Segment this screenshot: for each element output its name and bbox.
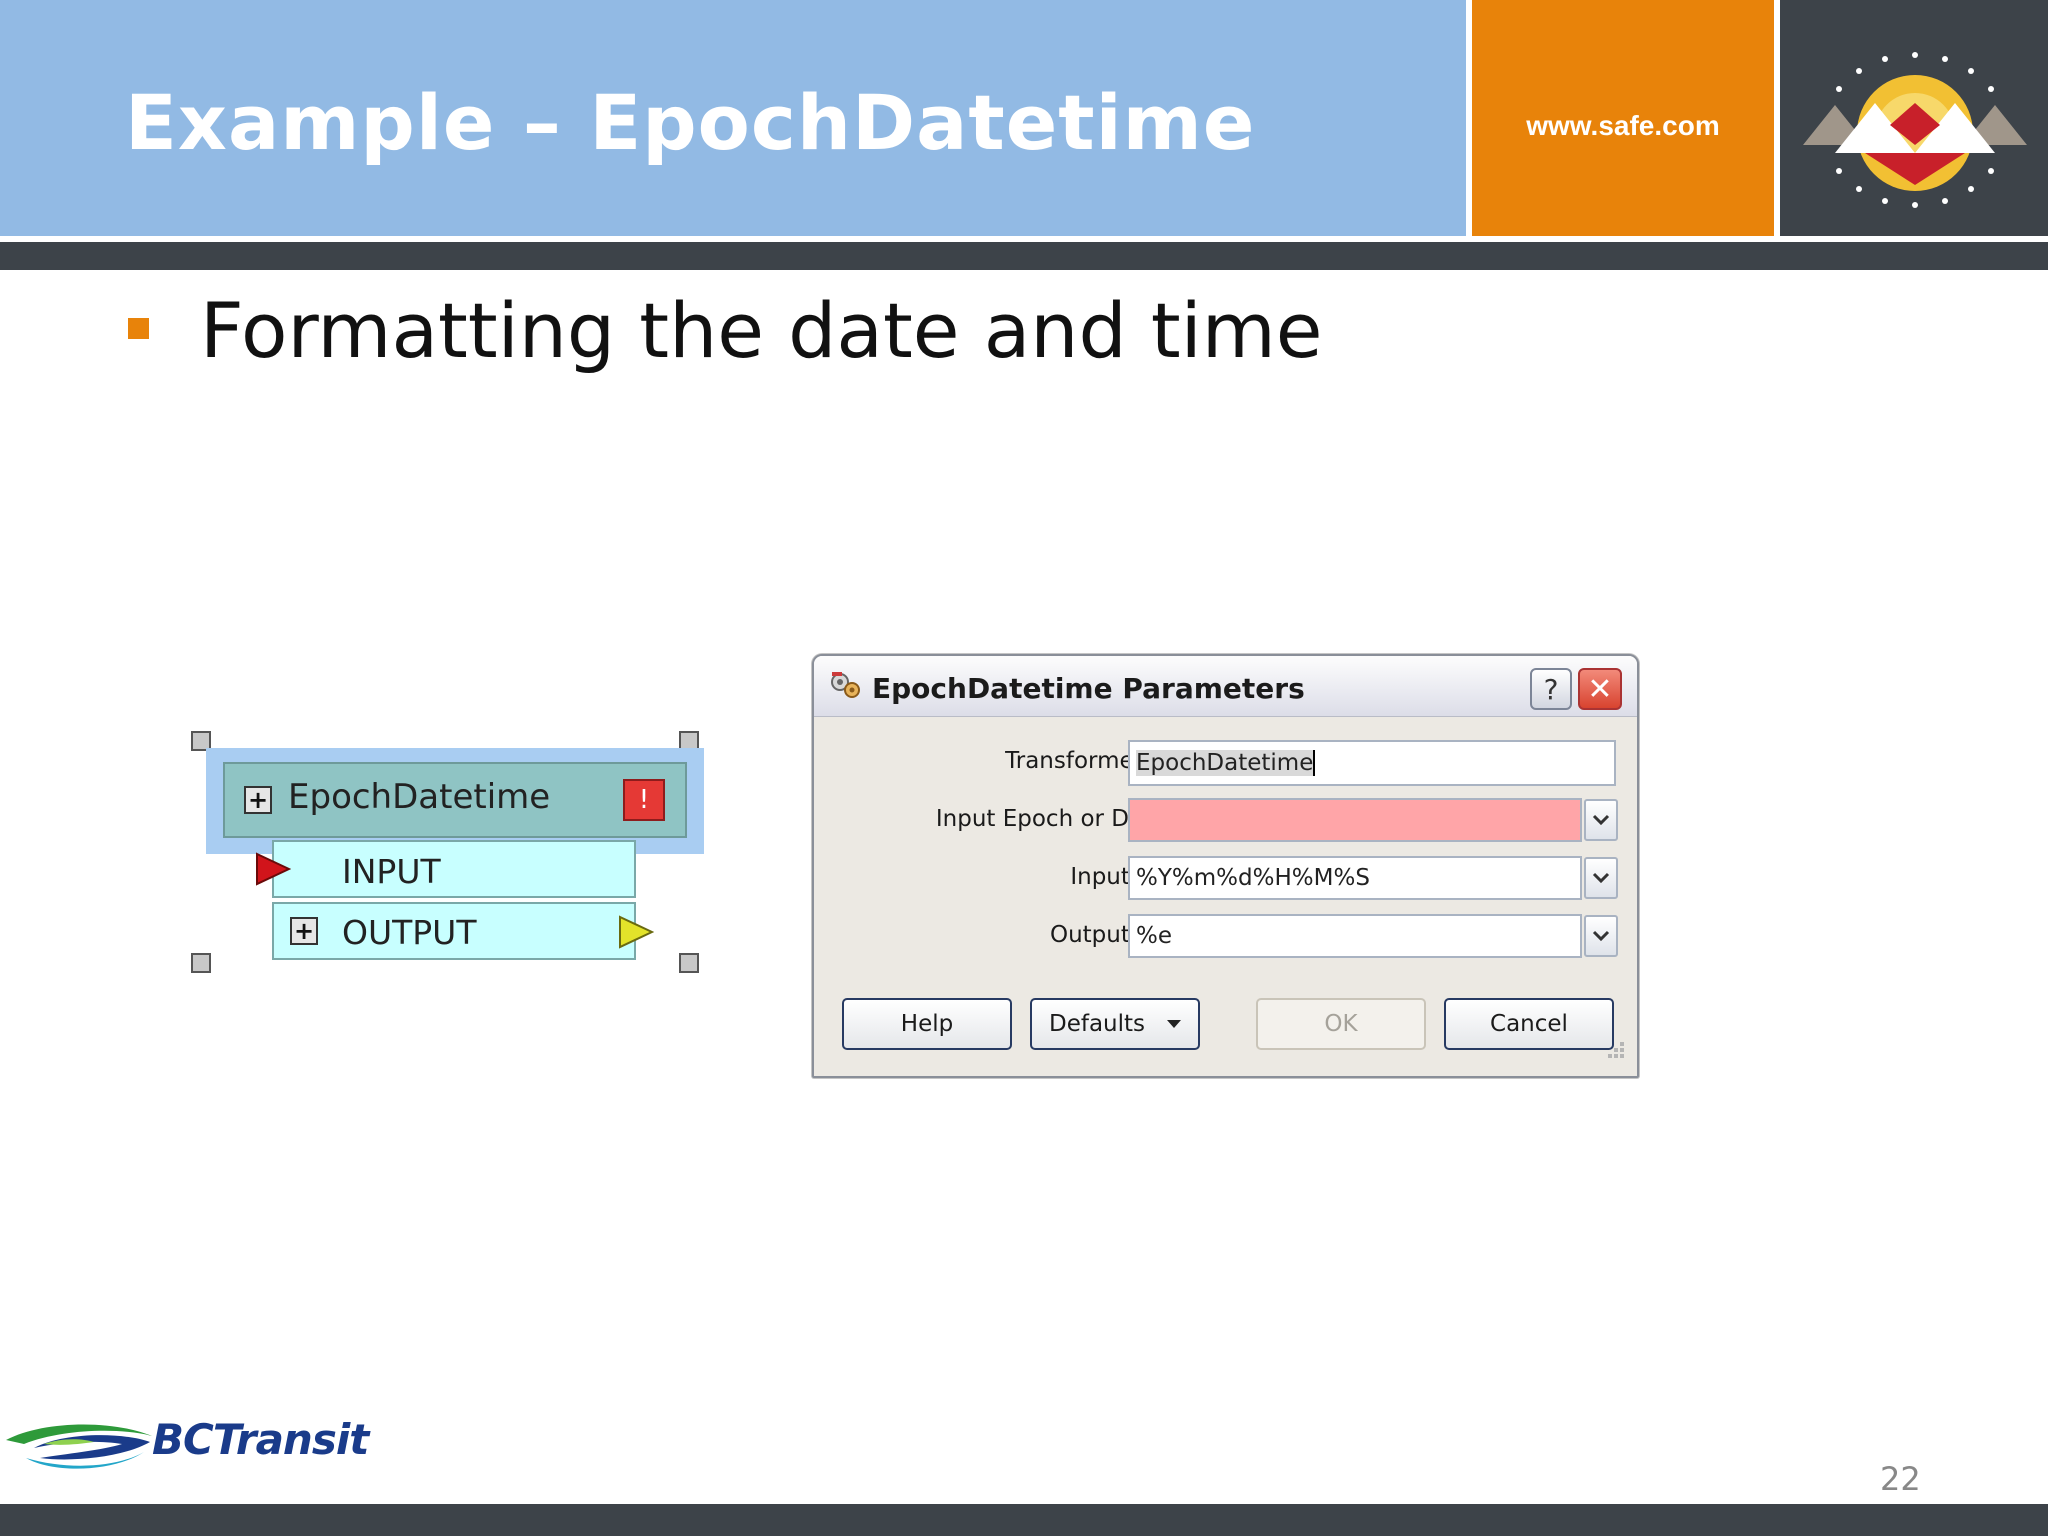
transformer-name-value: EpochDatetime	[1136, 750, 1314, 776]
bullet-text: Formatting the date and time	[200, 286, 1323, 375]
dialog-title: EpochDatetime Parameters	[872, 672, 1305, 705]
footer-band	[0, 1504, 2048, 1536]
fme-logo-icon	[1803, 52, 2027, 208]
header-band	[0, 242, 2048, 270]
output-format-field[interactable]: %e	[1128, 914, 1582, 958]
input-port-label: INPUT	[342, 852, 441, 891]
bctransit-swoosh-logo-icon	[6, 1424, 152, 1469]
transformer-name-field[interactable]: EpochDatetime	[1128, 740, 1616, 786]
bctransit-brand-text: BCTransit	[152, 1415, 369, 1464]
input-format-dropdown[interactable]	[1584, 857, 1618, 899]
help-button[interactable]: Help	[842, 998, 1012, 1050]
defaults-button-label: Defaults	[1048, 1011, 1146, 1037]
output-port-expand-icon[interactable]: +	[290, 917, 318, 945]
output-port-arrow-icon[interactable]	[618, 915, 654, 949]
defaults-button[interactable]: Defaults	[1030, 998, 1200, 1050]
header-url: www.safe.com	[1526, 110, 1720, 141]
cancel-button-label: Cancel	[1490, 1011, 1568, 1037]
output-format-dropdown[interactable]	[1584, 915, 1618, 957]
bullet-square-icon	[128, 318, 149, 339]
resize-grip-icon[interactable]	[1598, 1036, 1626, 1064]
chevron-down-icon	[1592, 872, 1610, 884]
transformer-gears-icon	[831, 672, 860, 698]
dialog-help-button[interactable]: ?	[1530, 668, 1572, 710]
node-expand-icon[interactable]: +	[244, 786, 272, 814]
dialog-close-button[interactable]: ✕	[1578, 668, 1622, 710]
text-cursor	[1313, 750, 1316, 776]
input-format-field[interactable]: %Y%m%d%H%M%S	[1128, 856, 1582, 900]
ok-button[interactable]: OK	[1256, 998, 1426, 1050]
input-port-arrow-icon[interactable]	[255, 852, 291, 886]
chevron-down-icon	[1592, 930, 1610, 942]
chevron-down-icon	[1592, 814, 1610, 826]
node-warning-icon[interactable]: !	[623, 779, 665, 821]
ok-button-label: OK	[1324, 1011, 1358, 1037]
output-port-label: OUTPUT	[342, 913, 477, 952]
selection-handle-bottom-right[interactable]	[679, 953, 699, 973]
parameters-dialog: EpochDatetime Parameters ? ✕ Transformer…	[812, 654, 1639, 1078]
selection-handle-bottom-left[interactable]	[191, 953, 211, 973]
input-port[interactable]	[272, 840, 636, 898]
slide-title: Example – EpochDatetime	[125, 78, 1256, 167]
transformer-node-title: EpochDatetime	[288, 777, 551, 817]
caret-down-icon	[1167, 1020, 1182, 1028]
help-button-label: Help	[900, 1011, 954, 1037]
input-epoch-dropdown[interactable]	[1584, 799, 1618, 841]
page-number: 22	[1880, 1460, 1921, 1498]
cancel-button[interactable]: Cancel	[1444, 998, 1614, 1050]
input-epoch-field[interactable]	[1128, 798, 1582, 842]
